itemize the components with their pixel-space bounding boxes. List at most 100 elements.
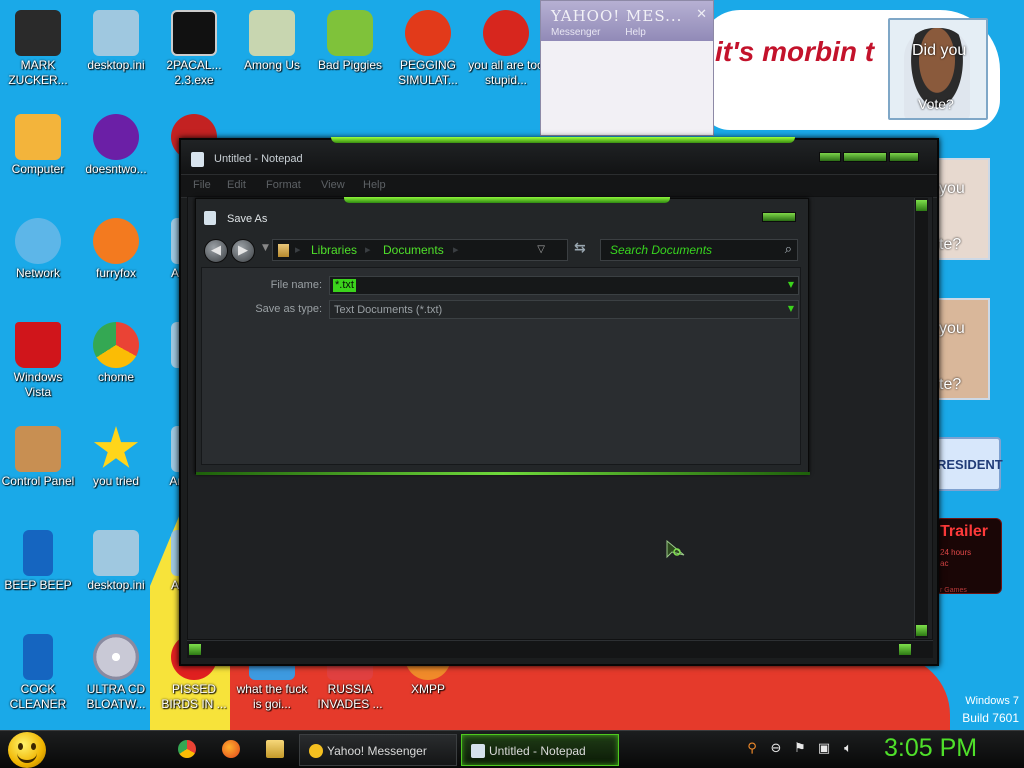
- scroll-right-button[interactable]: [899, 644, 911, 655]
- file-name-value: *.txt: [333, 279, 356, 292]
- dialog-title: Save As: [227, 213, 268, 225]
- blue-book-icon: [23, 530, 53, 576]
- recent-locations-dropdown[interactable]: ▼: [262, 243, 269, 253]
- chevron-down-icon[interactable]: ▼: [788, 304, 794, 313]
- maximize-button[interactable]: [843, 152, 887, 162]
- desktop-icon-yahoo[interactable]: doesntwo...: [78, 110, 154, 177]
- firefox-icon[interactable]: [222, 740, 240, 758]
- desktop-icon-control-panel[interactable]: Control Panel: [0, 422, 76, 489]
- vertical-scrollbar[interactable]: [914, 198, 928, 638]
- desktop-icon-you-tried[interactable]: you tried: [78, 422, 154, 489]
- yahoo-icon: [309, 744, 323, 758]
- desktop-icon-network[interactable]: Network: [0, 214, 76, 281]
- desktop-icon-among-us[interactable]: Among Us: [234, 6, 310, 73]
- taskbar-button-label: Yahoo! Messenger: [327, 744, 427, 758]
- desktop-icon-beep-beep[interactable]: BEEP BEEP: [0, 526, 76, 593]
- clock[interactable]: 3:05 PM: [884, 734, 977, 763]
- desktop-icon-2pacal[interactable]: 2PACAL... 2.3.exe: [156, 6, 232, 88]
- wallpaper-caption: it's morbin t: [715, 36, 875, 67]
- desktop-icon-chome[interactable]: chome: [78, 318, 154, 385]
- taskbar-notepad[interactable]: Untitled - Notepad: [461, 734, 619, 766]
- dialog-bottom-accent: [196, 472, 810, 475]
- notepad-titlebar[interactable]: Untitled - Notepad: [181, 140, 937, 174]
- cmd-exe-icon: [171, 10, 217, 56]
- breadcrumb-libraries[interactable]: Libraries: [311, 243, 357, 257]
- yahoo-menu-messenger[interactable]: Messenger: [551, 27, 600, 38]
- cd-icon: [93, 634, 139, 680]
- scroll-up-button[interactable]: [916, 200, 927, 211]
- refresh-icon[interactable]: ⇆: [574, 240, 586, 256]
- save-type-value: Text Documents (*.txt): [334, 304, 443, 316]
- desktop-icon-mark-zuckerberg[interactable]: MARK ZUCKER...: [0, 6, 76, 88]
- taskbar: Yahoo! Messenger Untitled - Notepad ⚲ ⊖ …: [0, 730, 1024, 768]
- menu-help[interactable]: Help: [363, 179, 386, 191]
- file-name-input[interactable]: *.txt ▼: [329, 276, 799, 295]
- close-icon[interactable]: ✕: [696, 7, 707, 22]
- side-card-line1: you: [939, 320, 965, 337]
- yahoo-messenger-window[interactable]: YAHOO! MES... ✕ Messenger Help: [540, 0, 714, 136]
- address-dropdown-icon[interactable]: ▽: [537, 244, 545, 255]
- chevron-down-icon[interactable]: ▼: [788, 280, 794, 289]
- save-as-dialog[interactable]: Save As ◀ ▶ ▼ ▸ Libraries ▸ Documents ▸ …: [195, 197, 810, 475]
- breadcrumb-documents[interactable]: Documents: [383, 243, 444, 257]
- flag-icon[interactable]: ⚑: [792, 741, 808, 757]
- windows-version-name: Windows 7: [965, 695, 1019, 707]
- desktop-icon-label: Computer: [11, 162, 65, 176]
- search-icon[interactable]: ⌕: [785, 242, 792, 257]
- network-icon: [15, 218, 61, 264]
- yahoo-menu-help[interactable]: Help: [625, 27, 646, 38]
- computer-icon: [15, 114, 61, 160]
- desktop-icon-label: XMPP: [410, 682, 445, 696]
- yahoo-titlebar[interactable]: YAHOO! MES... ✕ Messenger Help: [541, 1, 713, 41]
- control-panel-icon: [15, 426, 61, 472]
- minus-circle-icon[interactable]: ⊖: [768, 741, 784, 757]
- desktop-icon-ultra-cd[interactable]: ULTRA CD BLOATW...: [78, 630, 154, 712]
- taskbar-yahoo-messenger[interactable]: Yahoo! Messenger: [299, 734, 457, 766]
- vote-card: Did you Vote?: [888, 18, 988, 120]
- save-type-select[interactable]: Text Documents (*.txt) ▼: [329, 300, 799, 319]
- breadcrumb-separator: ▸: [295, 243, 301, 256]
- ini-file-icon: [93, 10, 139, 56]
- minimize-button[interactable]: [819, 152, 841, 162]
- desktop-icon-bad-piggies[interactable]: Bad Piggies: [312, 6, 388, 73]
- close-button[interactable]: [889, 152, 919, 162]
- desktop-icon-computer[interactable]: Computer: [0, 110, 76, 177]
- desktop-icon-dev-cpp[interactable]: you all are too stupid...: [468, 6, 544, 88]
- firefox-icon: [93, 218, 139, 264]
- horizontal-scrollbar[interactable]: [187, 640, 933, 658]
- desktop-icon-desktop-ini-2[interactable]: desktop.ini: [78, 526, 154, 593]
- search-icon[interactable]: ⚲: [744, 741, 760, 757]
- dialog-close-button[interactable]: [762, 212, 796, 222]
- desktop-icon-label: ULTRA CD BLOATW...: [86, 682, 146, 711]
- explorer-icon[interactable]: [266, 740, 284, 758]
- yahoo-logo: YAHOO! MES...: [551, 7, 683, 25]
- desktop-icon-pegging[interactable]: PEGGING SIMULAT...: [390, 6, 466, 88]
- menu-view[interactable]: View: [321, 179, 345, 191]
- desktop-icon-cock-cleaner[interactable]: COCK CLEANER: [0, 630, 76, 712]
- president-card: RESIDENT: [935, 437, 1003, 491]
- scroll-left-button[interactable]: [189, 644, 201, 655]
- scroll-down-button[interactable]: [916, 625, 927, 636]
- desktop-icon-label: you tried: [92, 474, 140, 488]
- trailer-card: Trailer 24 hours ac r Games: [935, 518, 1002, 594]
- desktop-icon-furryfox[interactable]: furryfox: [78, 214, 154, 281]
- notepad-window[interactable]: Untitled - Notepad File Edit Format View…: [179, 137, 939, 666]
- menu-edit[interactable]: Edit: [227, 179, 246, 191]
- menu-format[interactable]: Format: [266, 179, 301, 191]
- taskbar-button-label: Untitled - Notepad: [489, 744, 586, 758]
- desktop-icon-label: PISSED BIRDS IN ...: [161, 682, 227, 711]
- network-icon[interactable]: ▣: [816, 741, 832, 757]
- desktop-icon-windows-vista[interactable]: Windows Vista: [0, 318, 76, 400]
- dialog-titlebar[interactable]: Save As: [196, 199, 808, 229]
- address-bar[interactable]: ▸ Libraries ▸ Documents ▸ ▽: [272, 239, 568, 261]
- desktop-icon-desktop-ini[interactable]: desktop.ini: [78, 6, 154, 73]
- menu-file[interactable]: File: [193, 179, 211, 191]
- chrome-icon[interactable]: [178, 740, 196, 758]
- back-button[interactable]: ◀: [204, 239, 228, 263]
- among-us-icon: [249, 10, 295, 56]
- desktop-icon-label: desktop.ini: [87, 578, 145, 592]
- search-box[interactable]: Search Documents ⌕: [600, 239, 798, 261]
- forward-button[interactable]: ▶: [231, 239, 255, 263]
- start-button[interactable]: [8, 732, 46, 768]
- volume-icon[interactable]: 🔈︎: [840, 741, 856, 757]
